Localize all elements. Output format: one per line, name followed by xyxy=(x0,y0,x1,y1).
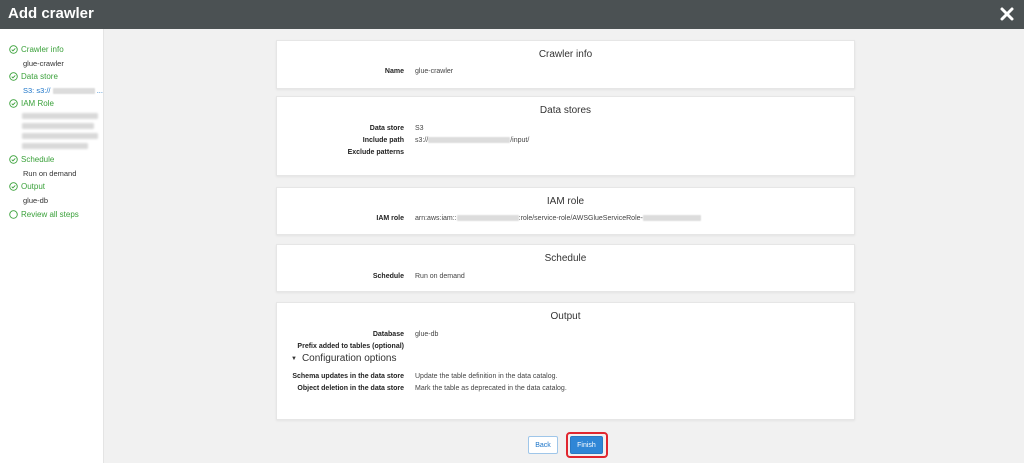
schema-updates-label: Schema updates in the data store xyxy=(292,373,404,380)
database-value: glue-db xyxy=(415,331,439,338)
step-label: Data store xyxy=(21,71,58,81)
panel-title: Data stores xyxy=(539,105,592,116)
step-output[interactable]: Output xyxy=(9,180,45,192)
step-value: glue-crawler xyxy=(23,59,64,68)
name-label: Name xyxy=(384,68,404,75)
panel-title: Crawler info xyxy=(538,49,593,60)
check-circle-icon xyxy=(9,98,18,108)
step-value: glue-db xyxy=(23,196,49,205)
step-value: S3: s3:// ... xyxy=(23,86,103,95)
back-button[interactable]: Back xyxy=(528,436,558,454)
crawler-info-panel: Crawler info Name glue-crawler xyxy=(276,40,855,89)
finish-button[interactable]: Finish xyxy=(570,436,603,454)
panel-title: Schedule xyxy=(544,253,587,264)
redacted-text xyxy=(22,133,98,139)
output-panel: Output Database glue-db Prefix added to … xyxy=(276,302,855,420)
step-label: Crawler info xyxy=(21,44,64,54)
window-title: Add crawler xyxy=(8,5,94,22)
data-store-value: S3 xyxy=(415,125,424,132)
prefix-label: Prefix added to tables (optional) xyxy=(297,343,404,350)
close-icon[interactable] xyxy=(999,6,1015,22)
schema-updates-value: Update the table definition in the data … xyxy=(415,373,558,380)
check-circle-icon xyxy=(9,181,18,191)
check-circle-icon xyxy=(9,71,18,81)
configuration-options-toggle[interactable]: ▼ Configuration options xyxy=(291,353,396,364)
circle-icon xyxy=(9,209,18,219)
panel-title: IAM role xyxy=(546,196,585,207)
iam-role-panel: IAM role IAM role arn:aws:iam:::role/ser… xyxy=(276,187,855,235)
step-value: Run on demand xyxy=(23,169,77,178)
redacted-text xyxy=(456,215,519,222)
iam-role-value: arn:aws:iam:::role/service-role/AWSGlueS… xyxy=(415,215,701,222)
wizard-steps-sidebar: Crawler info glue-crawler Data store S3:… xyxy=(0,29,104,463)
step-iam-role[interactable]: IAM Role xyxy=(9,97,54,109)
redacted-text xyxy=(22,143,88,149)
data-store-label: Data store xyxy=(369,125,404,132)
redacted-text xyxy=(428,137,511,144)
step-schedule[interactable]: Schedule xyxy=(9,153,54,165)
database-label: Database xyxy=(372,331,404,338)
include-path-value: s3:///input/ xyxy=(415,137,530,144)
iam-role-label: IAM role xyxy=(376,215,404,222)
object-deletion-label: Object deletion in the data store xyxy=(297,385,404,392)
name-value: glue-crawler xyxy=(415,68,454,75)
redacted-text xyxy=(22,123,94,129)
check-circle-icon xyxy=(9,44,18,54)
check-circle-icon xyxy=(9,154,18,164)
schedule-panel: Schedule Schedule Run on demand xyxy=(276,244,855,292)
redacted-text xyxy=(22,113,98,119)
schedule-value: Run on demand xyxy=(415,273,465,280)
redacted-text xyxy=(52,88,95,95)
step-crawler-info[interactable]: Crawler info xyxy=(9,43,64,55)
step-label: Review all steps xyxy=(21,209,79,219)
step-review-all[interactable]: Review all steps xyxy=(9,208,79,220)
step-label: Output xyxy=(21,181,46,191)
object-deletion-value: Mark the table as deprecated in the data… xyxy=(415,385,567,392)
configuration-options-label: Configuration options xyxy=(301,353,397,364)
title-bar: Add crawler xyxy=(0,0,1024,29)
panel-title: Output xyxy=(550,311,581,322)
include-path-label: Include path xyxy=(362,137,404,144)
redacted-text xyxy=(642,215,701,222)
exclude-patterns-label: Exclude patterns xyxy=(347,149,404,156)
step-label: Schedule xyxy=(21,154,55,164)
data-stores-panel: Data stores Data store S3 Include path s… xyxy=(276,96,855,176)
caret-down-icon: ▼ xyxy=(291,355,297,362)
schedule-label: Schedule xyxy=(372,273,404,280)
step-label: IAM Role xyxy=(21,98,54,108)
step-data-store[interactable]: Data store xyxy=(9,70,58,82)
